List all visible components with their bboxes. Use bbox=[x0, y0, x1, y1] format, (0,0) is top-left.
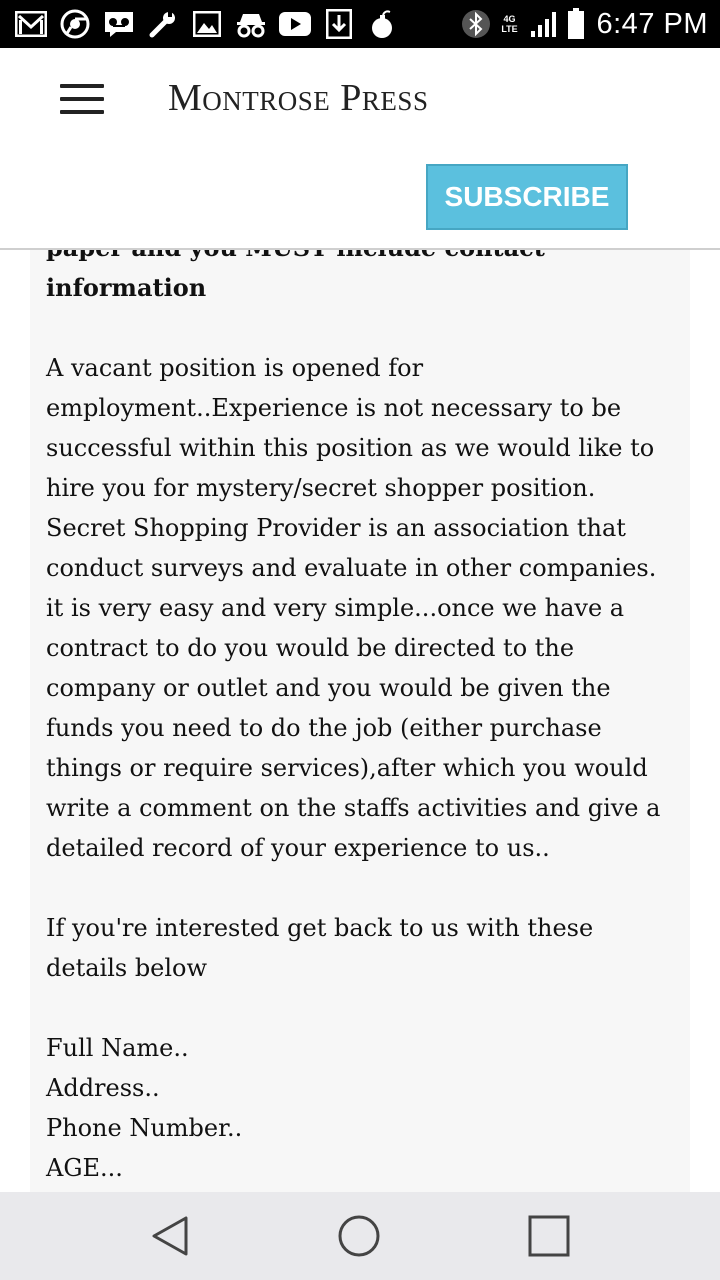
signal-icon bbox=[529, 9, 559, 39]
clock: 6:47 PM bbox=[596, 7, 708, 40]
download-icon bbox=[322, 7, 356, 41]
gallery-icon bbox=[190, 7, 224, 41]
system-nav-bar bbox=[0, 1192, 720, 1280]
detail-item: AGE... bbox=[46, 1154, 123, 1182]
bomb-icon bbox=[366, 7, 400, 41]
network-type-label: 4G LTE bbox=[501, 14, 518, 34]
recents-square-icon[interactable] bbox=[519, 1206, 579, 1266]
voicemail-icon bbox=[102, 7, 136, 41]
detail-item: Address.. bbox=[46, 1074, 160, 1102]
home-circle-icon[interactable] bbox=[329, 1206, 389, 1266]
gmail-icon bbox=[14, 7, 48, 41]
back-triangle-icon[interactable] bbox=[140, 1206, 200, 1266]
incognito-icon bbox=[234, 7, 268, 41]
status-bar: 4G LTE 6:47 PM bbox=[0, 0, 720, 48]
youtube-icon bbox=[278, 7, 312, 41]
article-paragraph: If you're interested get back to us with… bbox=[46, 914, 594, 982]
article-body: paper and you MUST include contact infor… bbox=[30, 200, 690, 1192]
wrench-icon bbox=[146, 7, 180, 41]
detail-item: Phone Number.. bbox=[46, 1114, 243, 1142]
site-header: Montrose Press SUBSCRIBE bbox=[0, 48, 720, 250]
hamburger-menu-icon[interactable] bbox=[60, 84, 104, 116]
subscribe-button[interactable]: SUBSCRIBE bbox=[426, 164, 628, 230]
article-paragraph: A vacant position is opened for employme… bbox=[46, 354, 655, 502]
battery-icon bbox=[567, 8, 585, 40]
bluetooth-icon bbox=[461, 9, 491, 39]
site-logo[interactable]: Montrose Press bbox=[168, 76, 428, 120]
detail-item: Full Name.. bbox=[46, 1034, 189, 1062]
article-bold-line: information bbox=[46, 273, 207, 302]
article-paragraph: Secret Shopping Provider is an associati… bbox=[46, 514, 661, 862]
chrome-icon bbox=[58, 7, 92, 41]
